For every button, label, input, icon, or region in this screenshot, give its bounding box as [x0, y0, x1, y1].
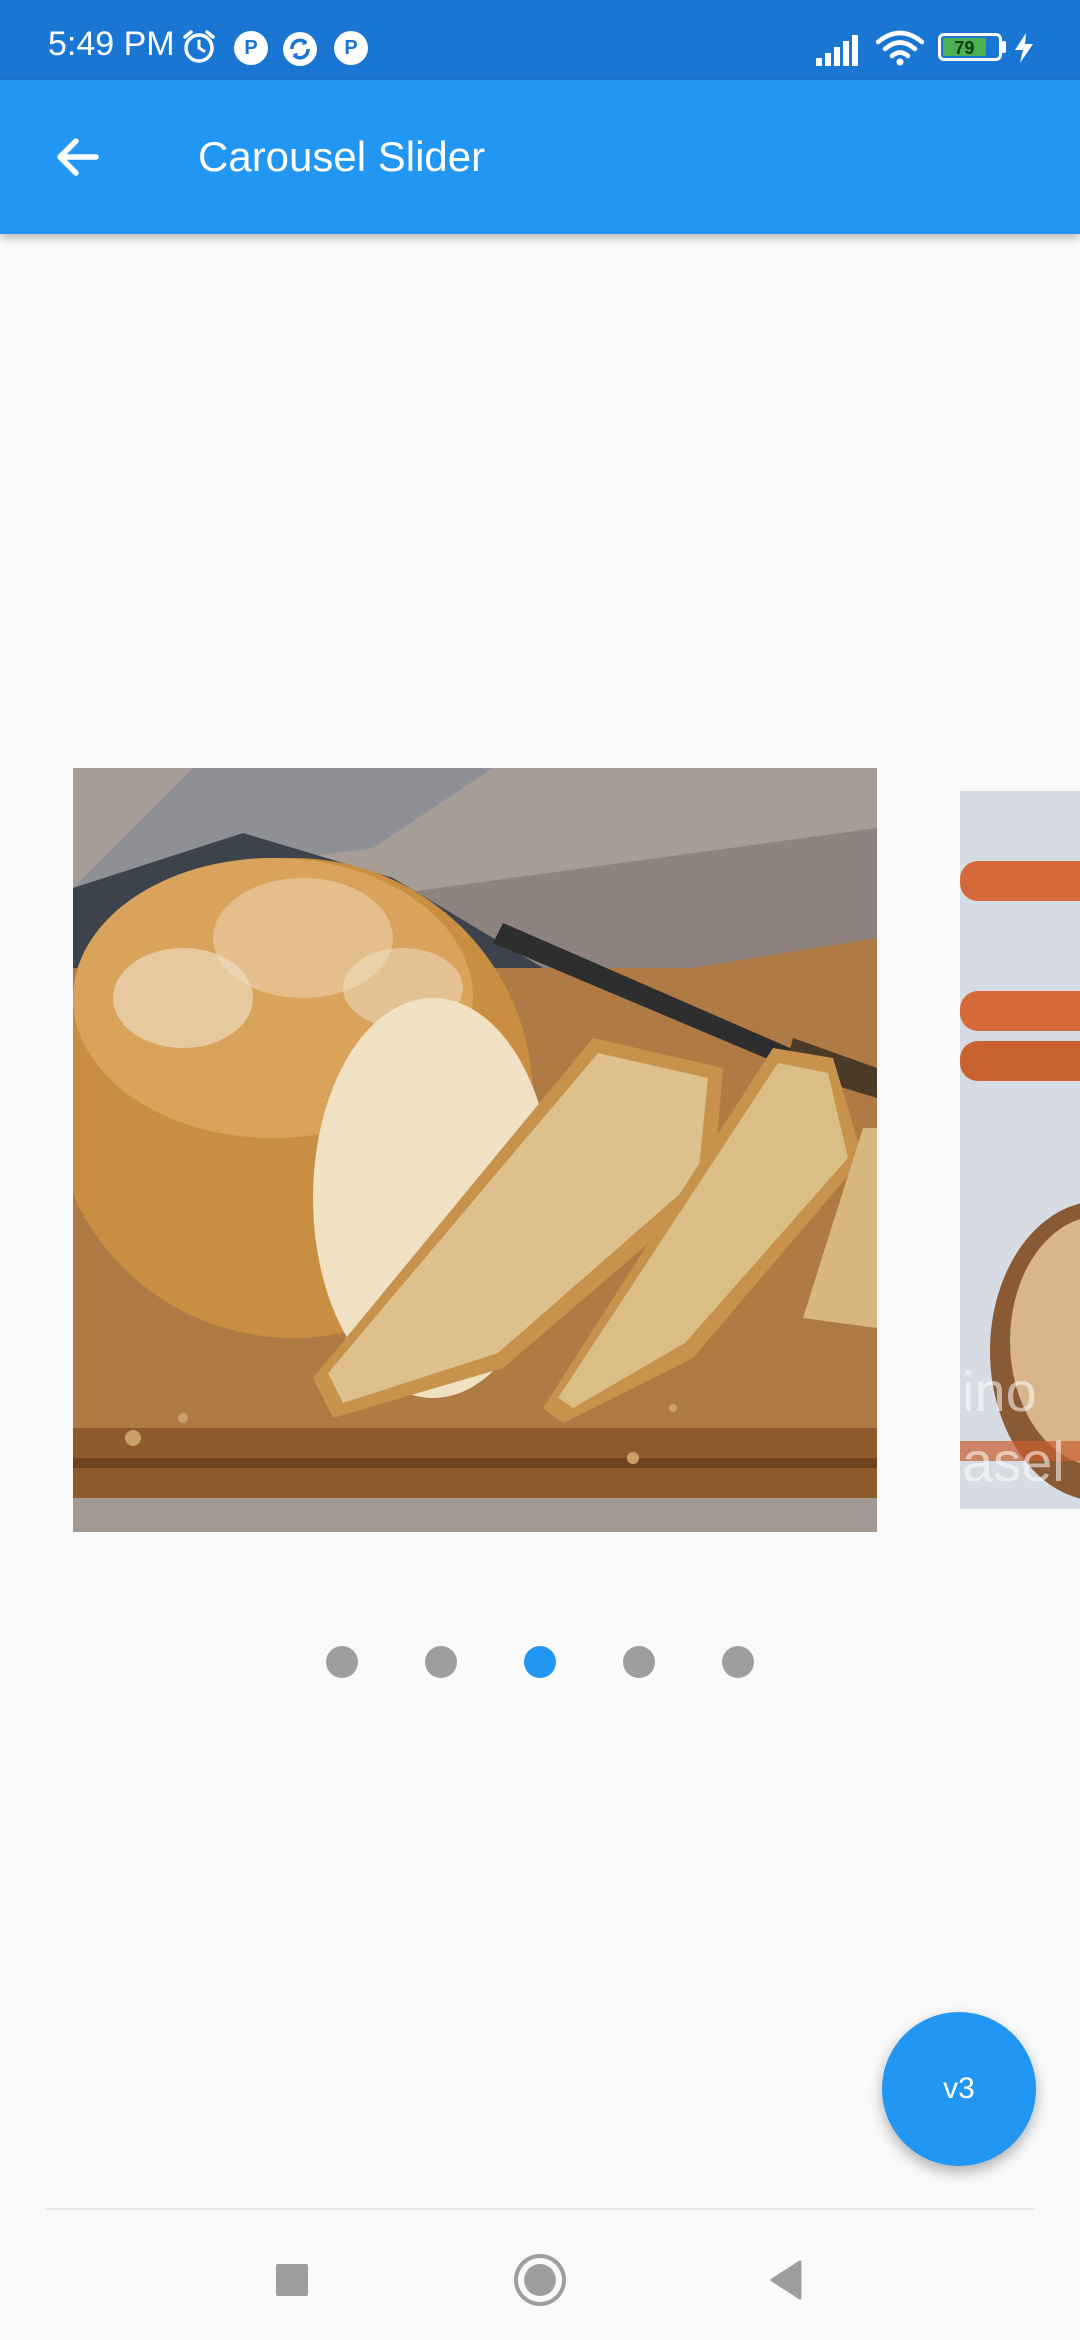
app-bar: Carousel Slider [0, 80, 1080, 234]
indicator-dot[interactable] [623, 1646, 655, 1678]
back-nav-button[interactable] [756, 2250, 816, 2310]
battery-tip [1002, 41, 1006, 53]
indicator-dot[interactable] [722, 1646, 754, 1678]
recents-icon [276, 2264, 308, 2296]
indicator-dot[interactable] [425, 1646, 457, 1678]
home-icon [514, 2254, 566, 2306]
version-fab-button[interactable]: v3 [882, 2012, 1036, 2166]
wifi-icon [875, 30, 925, 71]
dessert-board-image: ino asel [960, 791, 1080, 1509]
indicator-dot[interactable] [326, 1646, 358, 1678]
svg-text:asel: asel [962, 1430, 1065, 1493]
carousel-slide-next[interactable]: ino asel [960, 791, 1080, 1509]
back-icon [770, 2260, 802, 2300]
carousel-slide-active[interactable] [73, 768, 877, 1532]
home-button[interactable] [510, 2250, 570, 2310]
svg-text:ino: ino [962, 1360, 1037, 1423]
carousel-slider[interactable]: ino asel [0, 234, 1080, 1734]
notification-p-icon: P [334, 31, 368, 65]
sync-icon [282, 31, 318, 72]
arrow-left-icon [57, 138, 99, 176]
battery-icon: 79 [938, 33, 1002, 61]
system-nav-bar [0, 2210, 1080, 2340]
alarm-icon [180, 28, 218, 71]
charging-icon [1013, 33, 1035, 68]
notification-p-icon: P [234, 31, 268, 65]
status-time: 5:49 PM [48, 25, 175, 63]
bread-loaf-image [73, 768, 877, 1532]
page-title: Carousel Slider [198, 133, 486, 180]
status-bar: 5:49 PM P P 79 [0, 0, 1080, 80]
recents-button[interactable] [262, 2250, 322, 2310]
signal-icon [816, 34, 862, 71]
back-button[interactable] [40, 119, 116, 195]
carousel-indicators [0, 1646, 1080, 1686]
battery-level: 79 [943, 38, 986, 58]
fab-label: v3 [943, 2072, 975, 2105]
indicator-dot-active[interactable] [524, 1646, 556, 1678]
